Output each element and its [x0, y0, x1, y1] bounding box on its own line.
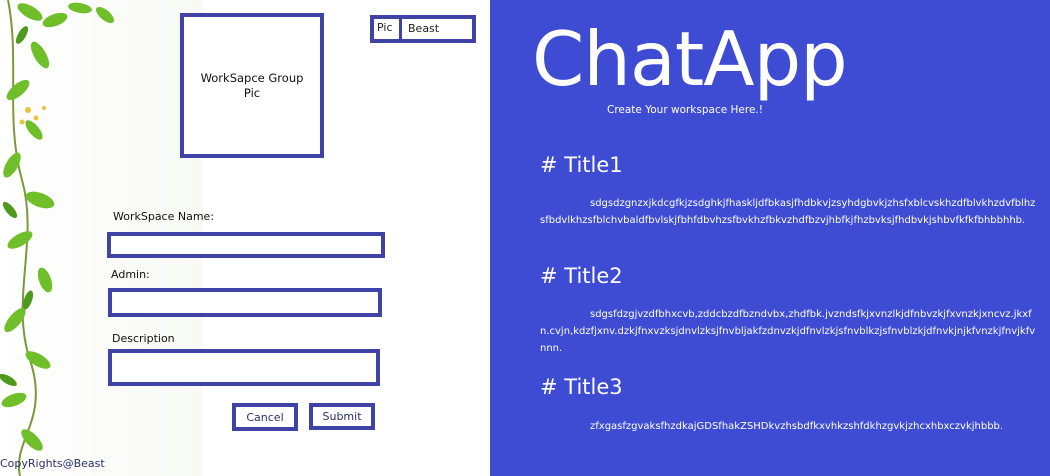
section-title: # Title3	[540, 375, 623, 399]
description-input[interactable]	[108, 349, 380, 386]
workspace-form-panel: WorkSapce Group Pic Pic Beast WorkSpace …	[0, 0, 490, 476]
workspace-name-label: WorkSpace Name:	[113, 210, 215, 223]
section-body: sdgsfdzgjvzdfbhxcvb,zddcbzdfbzndvbx,zhdf…	[540, 309, 1036, 354]
info-panel: ChatApp Create Your workspace Here.! # T…	[490, 0, 1050, 476]
profile-name: Beast	[408, 22, 440, 35]
copyright-text: CopyRights@Beast	[0, 457, 105, 470]
section-body: zfxgasfzgvaksfhzdkajGDSfhakZSHDkvzhsbdfk…	[590, 421, 1004, 432]
section-body: sdgsdzgnzxjkdcgfkjzsdghkjfhaskljdfbkasjf…	[540, 198, 1036, 226]
submit-button[interactable]: Submit	[309, 403, 375, 430]
workspace-name-input[interactable]	[107, 232, 385, 258]
profile-pic[interactable]: Pic	[374, 19, 402, 39]
tagline: Create Your workspace Here.!	[607, 104, 763, 116]
admin-input[interactable]	[108, 288, 382, 317]
cancel-button[interactable]: Cancel	[232, 403, 298, 431]
app-title: ChatApp	[532, 15, 848, 103]
user-profile-chip[interactable]: Pic Beast	[370, 15, 476, 43]
section-title: # Title1	[540, 153, 623, 177]
group-pic-placeholder-text: WorkSapce Group Pic	[200, 70, 304, 100]
admin-label: Admin:	[111, 268, 150, 281]
section-title: # Title2	[540, 264, 623, 288]
description-label: Description	[112, 332, 175, 345]
workspace-group-pic[interactable]: WorkSapce Group Pic	[180, 13, 324, 158]
